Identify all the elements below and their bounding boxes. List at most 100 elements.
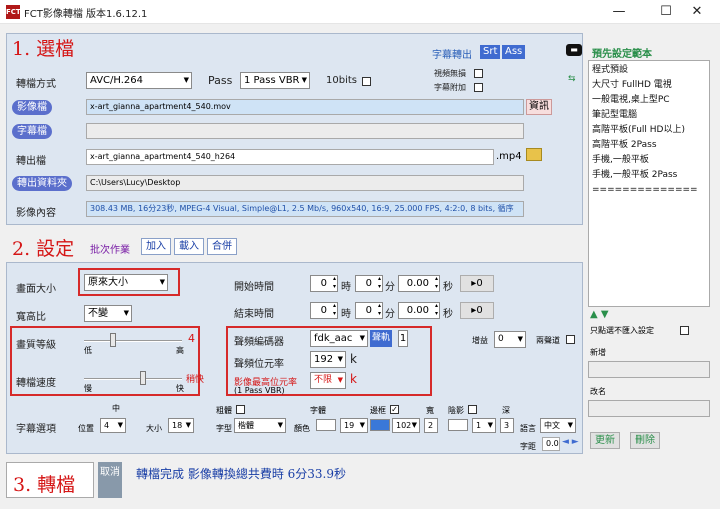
two-channel-checkbox[interactable] [566, 335, 575, 344]
new-preset-field[interactable] [588, 361, 710, 378]
shadow-checkbox[interactable] [468, 405, 477, 414]
preset-item[interactable]: 程式預設 [592, 63, 706, 78]
chevron-down-icon: ▼ [487, 421, 493, 429]
position-select[interactable]: 4 ▼ [100, 418, 126, 433]
ass-button[interactable]: Ass [502, 45, 526, 59]
gain-select[interactable]: 0 ▼ [494, 331, 526, 348]
start-second-spinner[interactable]: 0.00 [398, 275, 440, 292]
chevron-down-icon: ▼ [359, 334, 365, 342]
second-label: 秒 [443, 309, 453, 320]
preset-item[interactable]: 手機,一般平板 2Pass [592, 168, 706, 183]
speed-slider-thumb[interactable] [139, 371, 146, 385]
channel-value[interactable]: 1 [398, 330, 408, 347]
extension-label: .mp4 [496, 151, 522, 162]
preset-item[interactable]: 高階平板(Full HD以上) [592, 123, 706, 138]
merge-button[interactable]: 合併 [207, 238, 237, 255]
border-checkbox[interactable] [390, 405, 399, 414]
video-file-button[interactable]: 影像檔 [12, 100, 52, 115]
update-button[interactable]: 更新 [590, 432, 620, 449]
quality-slider[interactable] [84, 340, 182, 342]
chevron-down-icon: ▼ [517, 335, 523, 343]
speed-fast-label: 快 [176, 384, 184, 393]
subtitle-file-button[interactable]: 字幕檔 [12, 124, 52, 139]
add-button[interactable]: 加入 [141, 238, 171, 255]
audio-codec-select[interactable]: fdk_aac ▼ [310, 330, 368, 347]
output-folder-button[interactable]: 轉出資料夾 [12, 176, 72, 191]
status-text: 轉檔完成 影像轉換總共費時 6分33.9秒 [136, 467, 346, 481]
shadow-color-swatch[interactable] [448, 419, 468, 431]
sub-attach-label: 字幕附加 [434, 83, 466, 92]
bold-checkbox[interactable] [236, 405, 245, 414]
subtitle-size-select[interactable]: 18 ▼ [168, 418, 194, 433]
font-color-swatch[interactable] [316, 419, 336, 431]
load-button[interactable]: 載入 [174, 238, 204, 255]
lossless-checkbox[interactable] [474, 69, 483, 78]
subtitle-file-field[interactable] [86, 123, 524, 139]
size-label: 大小 [146, 424, 162, 433]
arrow-left-right-icon[interactable]: ◄ ► [562, 437, 579, 447]
speed-slider[interactable] [84, 378, 182, 380]
quality-low-label: 低 [84, 346, 92, 355]
sub-attach-checkbox[interactable] [474, 83, 483, 92]
font-color-select[interactable]: 19 ▼ [340, 418, 368, 433]
width-select[interactable]: 2 [424, 418, 438, 433]
depth-select[interactable]: 3 [500, 418, 514, 433]
chevron-down-icon: ▼ [337, 355, 343, 363]
border-color-swatch[interactable] [370, 419, 390, 431]
preset-item[interactable]: 一般電視,桌上型PC [592, 93, 706, 108]
font-select[interactable]: 楷體 ▼ [234, 418, 286, 433]
swap-arrows-icon[interactable]: ⇆ [568, 74, 576, 84]
srt-button[interactable]: Srt [480, 45, 501, 59]
chevron-down-icon: ▼ [185, 421, 191, 429]
shadow-label: 陰影 [448, 406, 464, 415]
gain-label: 增益 [472, 336, 488, 345]
end-second-spinner[interactable]: 0.00 [398, 302, 440, 319]
quality-slider-thumb[interactable] [110, 333, 117, 347]
bits-checkbox[interactable] [362, 77, 371, 86]
chevron-down-icon: ▼ [159, 278, 165, 286]
output-file-field[interactable]: x-art_gianna_apartment4_540_h264 [86, 149, 494, 165]
presets-list[interactable]: 程式預設 大尺寸 FullHD 電視 一般電視,桌上型PC 筆記型電腦 高階平板(Ful… [588, 60, 710, 307]
keyboard-icon[interactable]: ▬ [566, 44, 582, 56]
minimize-button[interactable]: — [596, 0, 642, 24]
start-minute-spinner[interactable]: 0 [355, 275, 383, 292]
cancel-button[interactable]: 取消 [98, 462, 122, 498]
spacing-field[interactable]: 0.0 [542, 437, 560, 451]
preset-item[interactable]: ============== [592, 183, 706, 198]
preset-item[interactable]: 筆記型電腦 [592, 108, 706, 123]
pass-select[interactable]: 1 Pass VBR ▼ [240, 72, 310, 89]
start-hour-spinner[interactable]: 0 [310, 275, 338, 292]
presets-title: 預先設定範本 [592, 49, 652, 60]
rename-field[interactable] [588, 400, 710, 417]
set-end-button[interactable]: ▸0 [460, 302, 494, 319]
set-start-button[interactable]: ▸0 [460, 275, 494, 292]
format-select[interactable]: AVC/H.264 ▼ [86, 72, 192, 89]
max-bitrate-select[interactable]: 不限 ▼ [310, 372, 346, 389]
video-file-field[interactable]: x-art_gianna_apartment4_540.mov [86, 99, 524, 115]
info-button[interactable]: 資訊 [526, 99, 552, 115]
only-select-checkbox[interactable] [680, 326, 689, 335]
end-hour-spinner[interactable]: 0 [310, 302, 338, 319]
aspect-select[interactable]: 不變 ▼ [84, 305, 132, 322]
shadow-select[interactable]: 1 ▼ [472, 418, 496, 433]
reorder-arrows-icon[interactable]: ▲ ▼ [590, 309, 609, 320]
output-folder-field[interactable]: C:\Users\Lucy\Desktop [86, 175, 524, 191]
border-color-select[interactable]: 102 ▼ [392, 418, 420, 433]
preset-item[interactable]: 大尺寸 FullHD 電視 [592, 78, 706, 93]
bold-label: 粗體 [216, 406, 232, 415]
convert-button[interactable]: 3. 轉檔 [6, 462, 94, 498]
end-minute-spinner[interactable]: 0 [355, 302, 383, 319]
border-label: 邊框 [370, 406, 386, 415]
folder-icon[interactable] [526, 148, 542, 161]
audio-bitrate-select[interactable]: 192 ▼ [310, 351, 346, 368]
section1-title: 1. 選檔 [12, 38, 75, 60]
language-select[interactable]: 中文 ▼ [540, 418, 576, 433]
close-button[interactable]: ✕ [674, 0, 720, 24]
channel-button[interactable]: 聲軌 [370, 330, 393, 347]
only-select-label: 只點選不匯入設定 [590, 326, 654, 335]
size-select[interactable]: 原來大小 ▼ [84, 274, 168, 291]
preset-item[interactable]: 高階平板 2Pass [592, 138, 706, 153]
bits-label: 10bits [326, 75, 357, 86]
preset-item[interactable]: 手機,一般平板 [592, 153, 706, 168]
delete-button[interactable]: 刪除 [630, 432, 660, 449]
